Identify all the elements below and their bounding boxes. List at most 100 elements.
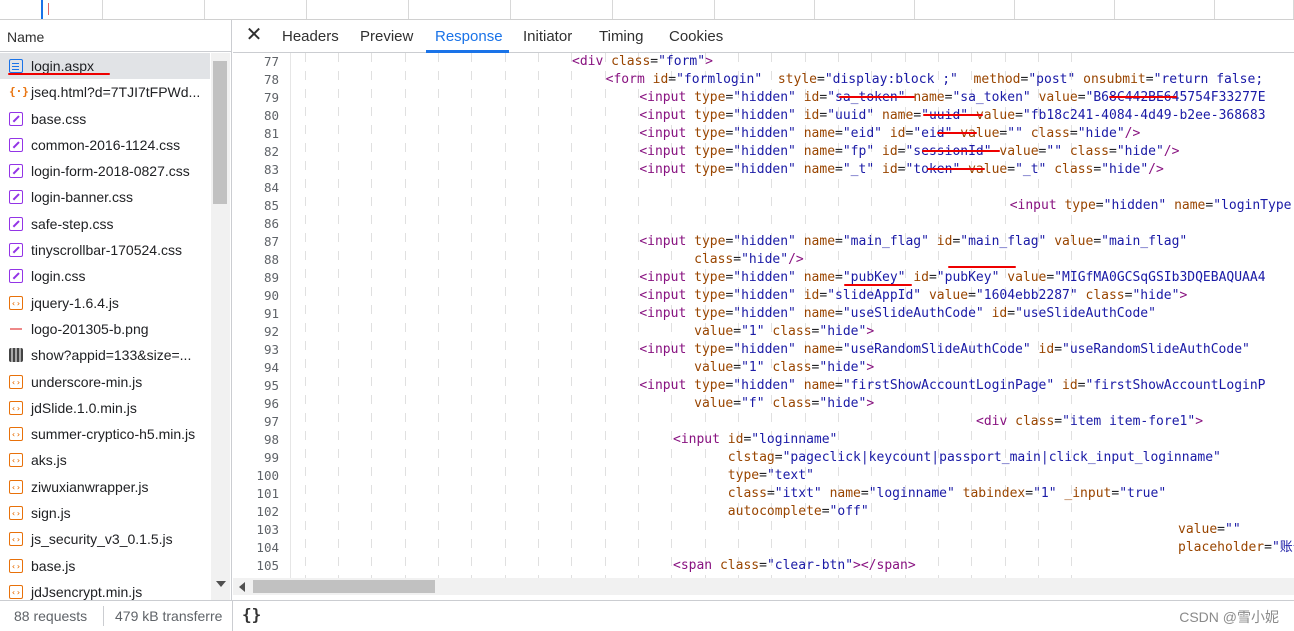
- code-line: 77 <div class="form">: [233, 53, 1294, 71]
- request-name: jdJsencrypt.min.js: [31, 583, 143, 600]
- code-text: value="1" class="hide">: [694, 360, 875, 375]
- scroll-left-arrow-icon[interactable]: [239, 582, 245, 592]
- timeline-segment: [409, 0, 511, 19]
- annotation-underline: [1109, 96, 1177, 98]
- line-number: 83: [263, 162, 279, 177]
- line-number: 90: [263, 288, 279, 303]
- css-file-icon: [9, 137, 23, 152]
- code-text: class="itxt" name="loginname" tabindex="…: [727, 486, 1167, 501]
- js-file-icon: ‹›: [9, 558, 23, 573]
- request-row[interactable]: login.css: [0, 263, 210, 289]
- request-row[interactable]: ‹› sign.js: [0, 500, 210, 526]
- request-list-scrollbar[interactable]: [211, 53, 230, 600]
- request-name: sign.js: [31, 505, 71, 522]
- request-name: login.css: [31, 268, 86, 285]
- divider: [103, 606, 104, 626]
- tab-response[interactable]: Response: [435, 28, 503, 45]
- detail-tabs: ✕ Headers Preview Response Initiator Tim…: [233, 20, 1294, 53]
- line-number: 101: [256, 486, 279, 501]
- request-name: js_security_v3_0.1.5.js: [31, 531, 173, 548]
- tab-initiator[interactable]: Initiator: [523, 28, 572, 45]
- code-line: 79 <input type="hidden" id="sa_token" nam…: [233, 89, 1294, 107]
- line-number: 77: [263, 54, 279, 69]
- pretty-print-button[interactable]: {}: [242, 605, 261, 624]
- code-line: 80 <input type="hidden" id="uuid" name="u…: [233, 107, 1294, 125]
- request-row[interactable]: ‹› jdJsencrypt.min.js: [0, 579, 210, 600]
- name-column-header[interactable]: Name: [0, 20, 231, 52]
- code-text: <input type="hidden" name="useRandomSlid…: [639, 342, 1250, 357]
- request-row[interactable]: ‹› ziwuxianwrapper.js: [0, 474, 210, 500]
- line-number: 102: [256, 504, 279, 519]
- code-line: 104 placeholder="账号名/手: [233, 539, 1294, 557]
- tab-preview[interactable]: Preview: [360, 28, 413, 45]
- code-text: <input type="hidden" name="pubKey" id="p…: [639, 270, 1266, 285]
- line-number: 81: [263, 126, 279, 141]
- code-line: 85 <input type="hidden" name="loginType: [233, 197, 1294, 215]
- line-number: 104: [256, 540, 279, 555]
- request-row[interactable]: {·} jseq.html?d=7TJI7tFPWd...: [0, 79, 210, 105]
- document-icon: [9, 59, 23, 73]
- tab-headers[interactable]: Headers: [282, 28, 339, 45]
- code-line: 87 <input type="hidden" name="main_flag" …: [233, 233, 1294, 251]
- timeline-segment: [103, 0, 205, 19]
- request-list-panel: Name login.aspx {·} jseq.html?d=7TJI7tFPWd…: [0, 20, 232, 600]
- annotation-underline: [839, 96, 915, 98]
- tab-timing[interactable]: Timing: [599, 28, 643, 45]
- timeline-segment: [1215, 0, 1294, 19]
- request-row[interactable]: common-2016-1124.css: [0, 132, 210, 158]
- timeline-segment: [1115, 0, 1215, 19]
- line-number: 78: [263, 72, 279, 87]
- code-text: <input type="hidden" name="eid" id="eid"…: [639, 126, 1141, 141]
- code-text: <input type="hidden" name="loginType: [1009, 198, 1292, 213]
- request-row[interactable]: ‹› aks.js: [0, 447, 210, 473]
- line-number: 105: [256, 558, 279, 573]
- code-line: 84: [233, 179, 1294, 197]
- request-row[interactable]: base.css: [0, 106, 210, 132]
- line-number: 92: [263, 324, 279, 339]
- scrollbar-thumb[interactable]: [213, 61, 227, 204]
- response-source-viewer[interactable]: 77 <div class="form"> 78 <form id="formlogi…: [233, 53, 1294, 578]
- code-text: value="": [1178, 522, 1241, 537]
- image-file-icon: [9, 322, 23, 336]
- request-row[interactable]: login-form-2018-0827.css: [0, 158, 210, 184]
- line-number: 82: [263, 144, 279, 159]
- line-number: 87: [263, 234, 279, 249]
- request-row[interactable]: ‹› js_security_v3_0.1.5.js: [0, 526, 210, 552]
- request-row[interactable]: login.aspx: [0, 53, 210, 80]
- request-row[interactable]: ‹› jdSlide.1.0.min.js: [0, 395, 210, 421]
- js-file-icon: ‹›: [9, 427, 23, 442]
- request-row[interactable]: ‹› underscore-min.js: [0, 369, 210, 395]
- request-row[interactable]: safe-step.css: [0, 211, 210, 237]
- request-row[interactable]: show?appid=133&size=...: [0, 342, 210, 368]
- request-row[interactable]: login-banner.css: [0, 184, 210, 210]
- timeline-segment: [307, 0, 409, 19]
- horizontal-scrollbar-thumb[interactable]: [253, 580, 435, 593]
- transferred-size: 479 kB transferre: [115, 608, 223, 624]
- code-text: <input type="hidden" id="uuid" name="uui…: [639, 108, 1266, 123]
- code-line: 88 class="hide"/>: [233, 251, 1294, 269]
- request-name: summer-cryptico-h5.min.js: [31, 426, 196, 443]
- line-number: 85: [263, 198, 279, 213]
- request-row[interactable]: ‹› base.js: [0, 553, 210, 579]
- code-text: autocomplete="off": [727, 504, 869, 519]
- request-name: tinyscrollbar-170524.css: [31, 242, 182, 259]
- code-text: class="hide"/>: [694, 252, 804, 267]
- annotation-underline: [923, 114, 983, 116]
- tab-cookies[interactable]: Cookies: [669, 28, 723, 45]
- request-name: underscore-min.js: [31, 373, 143, 390]
- scroll-down-arrow-icon[interactable]: [216, 581, 226, 587]
- request-row[interactable]: ‹› jquery-1.6.4.js: [0, 290, 210, 316]
- horizontal-scrollbar[interactable]: [233, 578, 1294, 595]
- code-line: 83 <input type="hidden" name="_t" id="tok…: [233, 161, 1294, 179]
- code-text: value="1" class="hide">: [694, 324, 875, 339]
- line-number: 79: [263, 90, 279, 105]
- timeline-dom-marker: [41, 0, 43, 19]
- request-row[interactable]: ‹› summer-cryptico-h5.min.js: [0, 421, 210, 447]
- close-icon[interactable]: ✕: [245, 25, 263, 45]
- code-text: <input type="hidden" name="fp" id="sessi…: [639, 144, 1180, 159]
- request-row[interactable]: tinyscrollbar-170524.css: [0, 237, 210, 263]
- code-line: 95 <input type="hidden" name="firstShowAc…: [233, 377, 1294, 395]
- code-line: 102 autocomplete="off": [233, 503, 1294, 521]
- request-row[interactable]: logo-201305-b.png: [0, 316, 210, 342]
- code-line: 91 <input type="hidden" name="useSlideAut…: [233, 305, 1294, 323]
